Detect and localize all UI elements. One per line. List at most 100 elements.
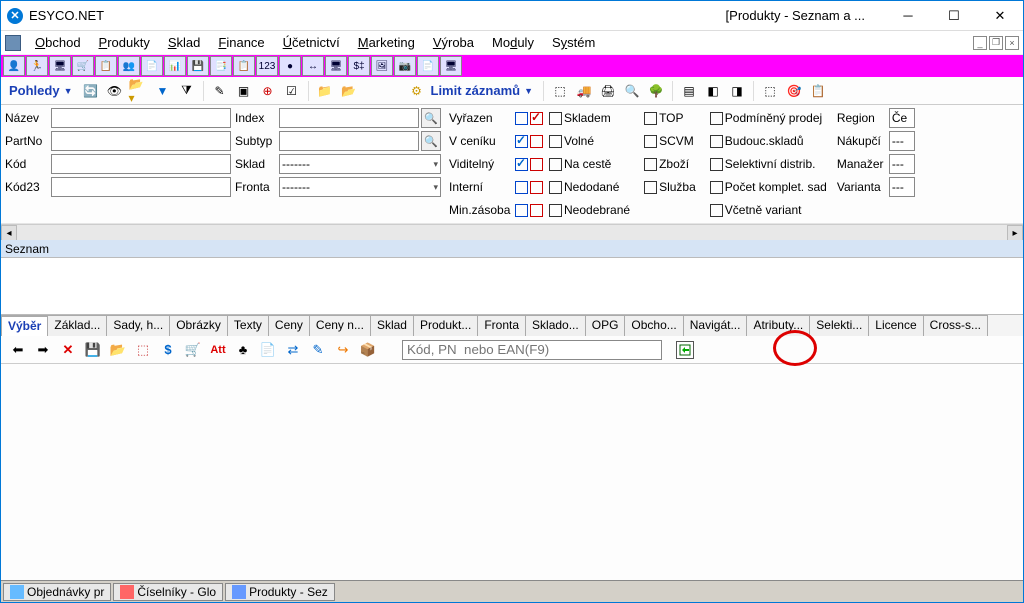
tb-icon-11[interactable]: 📋 — [233, 56, 255, 76]
chk-interni-yes[interactable] — [530, 181, 543, 194]
input-nazev[interactable] — [51, 108, 231, 128]
tb2-grid1-icon[interactable]: ⬚ — [550, 81, 570, 101]
tab-atributy[interactable]: Atributy... — [746, 315, 810, 336]
tb2-new-icon[interactable]: ▣ — [234, 81, 254, 101]
menu-obchod[interactable]: Obchod — [27, 33, 89, 52]
tab-sady[interactable]: Sady, h... — [106, 315, 170, 336]
tb3-move-icon[interactable]: ↪ — [332, 339, 354, 361]
tb2-view-icon[interactable]: 👁 — [105, 81, 125, 101]
tb-icon-6[interactable]: 👥 — [118, 56, 140, 76]
chk-podmprodej[interactable] — [710, 112, 723, 125]
minimize-button[interactable]: ─ — [885, 1, 931, 31]
chk-top[interactable] — [644, 112, 657, 125]
tab-selekti[interactable]: Selekti... — [809, 315, 869, 336]
tb2-ext3-icon[interactable]: ◨ — [727, 81, 747, 101]
tb2-ext1-icon[interactable]: ▤ — [679, 81, 699, 101]
tb3-cart-icon[interactable]: 🛒 — [182, 339, 204, 361]
maximize-button[interactable]: ☐ — [931, 1, 977, 31]
tb2-search-icon[interactable]: 🔍 — [622, 81, 642, 101]
chk-viditelny-yes[interactable] — [530, 158, 543, 171]
tb2-folder1-icon[interactable]: 📁 — [315, 81, 335, 101]
menu-moduly[interactable]: Moduly — [484, 33, 542, 52]
tb2-ext4-icon[interactable]: ⬚ — [760, 81, 780, 101]
tab-obrazky[interactable]: Obrázky — [169, 315, 228, 336]
chk-nedodane[interactable] — [549, 181, 562, 194]
combo-fronta[interactable]: -------▾ — [279, 177, 441, 197]
hscroll-left-button[interactable]: ◂ — [1, 225, 17, 241]
tab-ceny[interactable]: Ceny — [268, 315, 310, 336]
tb3-att-icon[interactable]: Att — [207, 339, 229, 361]
tb-icon-5[interactable]: 📋 — [95, 56, 117, 76]
close-button[interactable]: ✕ — [977, 1, 1023, 31]
tb-icon-20[interactable]: 🖥 — [440, 56, 462, 76]
combo-region[interactable]: Če — [889, 108, 915, 128]
input-kod[interactable] — [51, 154, 231, 174]
chk-minzasoba-no[interactable] — [515, 204, 528, 217]
menu-icon[interactable] — [5, 35, 21, 51]
tab-sklado[interactable]: Sklado... — [525, 315, 586, 336]
chk-vceniku-yes[interactable] — [530, 135, 543, 148]
hscroll-right-button[interactable]: ▸ — [1007, 225, 1023, 241]
tb-icon-7[interactable]: 📄 — [141, 56, 163, 76]
tab-licence[interactable]: Licence — [868, 315, 923, 336]
menu-sklad[interactable]: Sklad — [160, 33, 209, 52]
tb3-edit-icon[interactable]: ✎ — [307, 339, 329, 361]
tb-icon-15[interactable]: 🖥 — [325, 56, 347, 76]
combo-varianta[interactable]: --- — [889, 177, 915, 197]
chk-pocetkpl[interactable] — [710, 181, 723, 194]
tb3-dollar-icon[interactable]: $ — [157, 339, 179, 361]
tb2-wheel-icon[interactable]: ⚙ — [407, 81, 427, 101]
chk-minzasoba-yes[interactable] — [530, 204, 543, 217]
combo-manazer[interactable]: --- — [889, 154, 915, 174]
chk-sluzba[interactable] — [644, 181, 657, 194]
menu-finance[interactable]: Finance — [210, 33, 272, 52]
tab-opg[interactable]: OPG — [585, 315, 626, 336]
task-ciselniky[interactable]: Číselníky - Glo — [113, 583, 223, 601]
search-subtyp-button[interactable]: 🔍 — [421, 131, 441, 151]
input-kod23[interactable] — [51, 177, 231, 197]
tb2-filter-icon[interactable]: ▼ — [153, 81, 173, 101]
chk-scvm[interactable] — [644, 135, 657, 148]
tb2-check-icon[interactable]: ☑ — [282, 81, 302, 101]
tb2-tree-icon[interactable]: 🌳 — [646, 81, 666, 101]
tb-icon-9[interactable]: 💾 — [187, 56, 209, 76]
chk-vyrazen-no[interactable] — [515, 112, 528, 125]
tb-icon-18[interactable]: 📷 — [394, 56, 416, 76]
chk-volne[interactable] — [549, 135, 562, 148]
chk-vceniku-no[interactable] — [515, 135, 528, 148]
tb-icon-19[interactable]: 📄 — [417, 56, 439, 76]
tb2-refresh-icon[interactable]: 🔄 — [81, 81, 101, 101]
chk-interni-no[interactable] — [515, 181, 528, 194]
search-input[interactable] — [402, 340, 662, 360]
tb2-ext2-icon[interactable]: ◧ — [703, 81, 723, 101]
task-produkty[interactable]: Produkty - Sez — [225, 583, 335, 601]
tb-icon-14[interactable]: ↔ — [302, 56, 324, 76]
tb-icon-17[interactable]: 🖼 — [371, 56, 393, 76]
tab-obcho[interactable]: Obcho... — [624, 315, 683, 336]
tb3-open-icon[interactable]: 📂 — [107, 339, 129, 361]
tb-icon-4[interactable]: 🛒 — [72, 56, 94, 76]
tb3-new-icon[interactable]: ⬅ — [7, 339, 29, 361]
chk-neodebrane[interactable] — [549, 204, 562, 217]
tb3-club-icon[interactable]: ♣ — [232, 339, 254, 361]
tb3-transfer-icon[interactable]: ⇄ — [282, 339, 304, 361]
chk-naceste[interactable] — [549, 158, 562, 171]
tb-icon-3[interactable]: 🖥 — [49, 56, 71, 76]
tb3-save-icon[interactable]: 💾 — [82, 339, 104, 361]
mdi-minimize-button[interactable]: _ — [973, 36, 987, 50]
tb-icon-2[interactable]: 🏃 — [26, 56, 48, 76]
tb-icon-16[interactable]: $‡ — [348, 56, 370, 76]
tab-vyber[interactable]: Výběr — [1, 315, 48, 336]
tab-fronta[interactable]: Fronta — [477, 315, 526, 336]
hscroll[interactable]: ◂ ▸ — [1, 224, 1023, 240]
tb2-funnel-icon[interactable]: ⧩ — [177, 81, 197, 101]
tb3-box-icon[interactable]: 📦 — [357, 339, 379, 361]
tb2-open-icon[interactable]: 📂▾ — [129, 81, 149, 101]
tab-cenyn[interactable]: Ceny n... — [309, 315, 371, 336]
chk-vyrazen-yes[interactable] — [530, 112, 543, 125]
tab-texty[interactable]: Texty — [227, 315, 269, 336]
chk-vcvariant[interactable] — [710, 204, 723, 217]
tb-icon-10[interactable]: 📑 — [210, 56, 232, 76]
combo-nakupci[interactable]: --- — [889, 131, 915, 151]
tb-icon-12[interactable]: 123 — [256, 56, 278, 76]
